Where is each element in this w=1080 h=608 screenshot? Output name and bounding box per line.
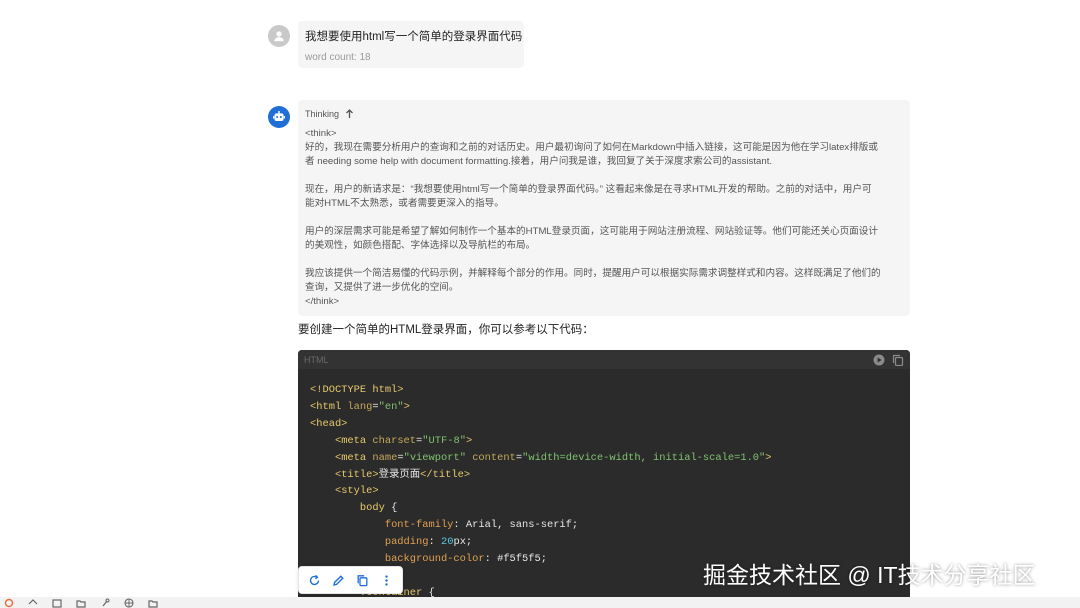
arrow-up-icon[interactable] bbox=[345, 109, 354, 119]
code-token: > bbox=[465, 434, 473, 447]
more-button[interactable] bbox=[377, 571, 395, 589]
thinking-line: 查询，又提供了进一步优化的空间。 bbox=[305, 282, 459, 293]
user-avatar bbox=[268, 25, 290, 47]
thinking-line: 的美观性，如颜色搭配、字体选择以及导航栏的布局。 bbox=[305, 240, 536, 251]
code-token: : Arial, sans-serif; bbox=[453, 519, 579, 532]
code-header: HTML bbox=[298, 350, 910, 369]
start-icon[interactable] bbox=[4, 597, 14, 608]
regenerate-button[interactable] bbox=[306, 571, 324, 589]
thinking-spacer bbox=[305, 211, 903, 225]
thinking-label: Thinking bbox=[305, 109, 340, 119]
code-token: 20 bbox=[440, 536, 454, 549]
taskbar-strip bbox=[0, 597, 1080, 608]
message-action-bar bbox=[298, 566, 403, 594]
more-vertical-icon bbox=[384, 574, 388, 586]
refresh-icon bbox=[310, 574, 320, 585]
code-token: <title> bbox=[334, 468, 379, 481]
robot-icon bbox=[273, 111, 285, 121]
code-token: px; bbox=[453, 536, 473, 549]
code-token: "UTF-8" bbox=[422, 434, 466, 447]
thinking-spacer bbox=[305, 169, 903, 183]
code-line: padding: 20px; bbox=[310, 534, 898, 551]
code-token: lang bbox=[347, 400, 373, 413]
code-line: body { bbox=[310, 500, 898, 517]
thinking-line: 我应该提供一个简洁易懂的代码示例，并解释每个部分的作用。同时，提醒用户可以根据实… bbox=[305, 268, 881, 279]
user-message-bubble: 我想要使用html写一个简单的登录界面代码 word count: 18 bbox=[298, 21, 524, 68]
code-line: font-family: Arial, sans-serif; bbox=[310, 517, 898, 534]
code-line: <meta charset="UTF-8"> bbox=[310, 433, 898, 450]
watermark: 掘金技术社区 @ IT技术分享社区 bbox=[703, 562, 1036, 588]
copy-message-button[interactable] bbox=[353, 571, 371, 589]
tool-icon[interactable] bbox=[100, 597, 110, 608]
answer-intro: 要创建一个简单的HTML登录界面，你可以参考以下代码： bbox=[298, 324, 594, 336]
thinking-header[interactable]: Thinking bbox=[305, 108, 903, 120]
thinking-spacer bbox=[305, 253, 903, 267]
user-message-text: 我想要使用html写一个简单的登录界面代码 bbox=[305, 31, 523, 43]
word-count: word count: 18 bbox=[305, 52, 371, 63]
code-line: <head> bbox=[310, 416, 898, 433]
thinking-panel: Thinking <think> 好的，我现在需要分析用户的查询和之前的对话历史。… bbox=[298, 100, 910, 316]
assistant-avatar bbox=[268, 106, 290, 128]
thinking-content: <think> 好的，我现在需要分析用户的查询和之前的对话历史。用户最初询问了如何… bbox=[305, 127, 903, 309]
code-token: name bbox=[372, 451, 398, 464]
code-token: "width=device-width, initial-scale=1.0" bbox=[522, 451, 766, 464]
home-icon[interactable] bbox=[28, 597, 38, 608]
thinking-line: 好的，我现在需要分析用户的查询和之前的对话历史。用户最初询问了如何在Markdo… bbox=[305, 142, 878, 153]
code-token: { bbox=[384, 502, 398, 515]
edit-icon bbox=[333, 574, 344, 586]
copy-icon[interactable] bbox=[892, 354, 904, 366]
code-token: : bbox=[428, 536, 441, 549]
code-language: HTML bbox=[304, 354, 329, 365]
edit-button[interactable] bbox=[330, 571, 348, 589]
code-token: > bbox=[403, 400, 410, 413]
code-token: padding bbox=[384, 536, 429, 549]
folder-icon[interactable] bbox=[76, 597, 86, 608]
code-token: body bbox=[359, 502, 385, 515]
globe-icon[interactable] bbox=[124, 597, 134, 608]
thinking-line: <think> bbox=[305, 128, 337, 139]
code-token: : #f5f5f5; bbox=[484, 553, 547, 566]
folder-icon[interactable] bbox=[148, 597, 158, 608]
thinking-line: 者 needing some help with document format… bbox=[305, 156, 773, 167]
code-token: charset bbox=[372, 434, 417, 447]
code-token: background-color bbox=[384, 553, 485, 566]
code-token: <html bbox=[310, 400, 348, 413]
code-token: <head> bbox=[310, 417, 348, 430]
code-token: <style> bbox=[334, 485, 379, 498]
window-icon[interactable] bbox=[52, 597, 62, 608]
code-line: <meta name="viewport" content="width=dev… bbox=[310, 450, 898, 467]
code-token: </title> bbox=[420, 468, 471, 481]
code-token: <meta bbox=[334, 451, 373, 464]
thinking-line: 用户的深层需求可能是希望了解如何制作一个基本的HTML登录页面，这可能用于网站注… bbox=[305, 226, 878, 237]
code-token: 登录页面 bbox=[378, 468, 421, 481]
copy-icon bbox=[357, 574, 368, 586]
code-token: <!DOCTYPE html> bbox=[310, 384, 404, 396]
code-token: > bbox=[765, 451, 772, 464]
code-line: <!DOCTYPE html> bbox=[310, 382, 898, 399]
code-token: content bbox=[472, 451, 516, 464]
code-line: <title>登录页面</title> bbox=[310, 467, 898, 484]
code-line: <style> bbox=[310, 483, 898, 500]
code-token: "viewport" bbox=[403, 451, 466, 464]
play-icon[interactable] bbox=[873, 354, 885, 366]
person-icon bbox=[274, 31, 284, 42]
code-tools bbox=[873, 354, 904, 366]
code-token: <meta bbox=[334, 434, 373, 447]
thinking-line: 现在，用户的新请求是：“我想要使用html写一个简单的登录界面代码。” 这看起来… bbox=[305, 184, 872, 195]
code-token: "en" bbox=[378, 400, 404, 413]
code-token: font-family bbox=[384, 519, 454, 532]
thinking-line: 能对HTML不太熟悉，或者需要更深入的指导。 bbox=[305, 198, 504, 209]
thinking-line: </think> bbox=[305, 296, 340, 307]
code-line: <html lang="en"> bbox=[310, 399, 898, 416]
